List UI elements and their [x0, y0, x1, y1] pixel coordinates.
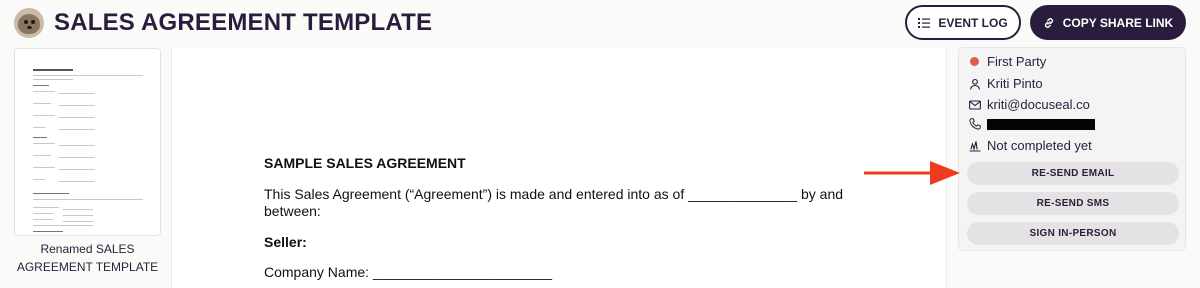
copy-share-link-button[interactable]: COPY SHARE LINK — [1030, 5, 1186, 40]
seal-eye-left — [24, 20, 28, 24]
link-icon — [1044, 17, 1053, 28]
seller-heading: Seller: — [264, 234, 307, 250]
list-icon — [918, 17, 931, 28]
party-name: First Party — [987, 54, 1047, 69]
seal-face — [18, 14, 40, 34]
redacted-phone — [987, 118, 1095, 130]
seal-nose — [27, 26, 32, 29]
thumbnail-caption: Renamed SALES AGREEMENT TEMPLATE — [16, 242, 159, 274]
company-name-line: Company Name: _______________________ — [264, 264, 553, 280]
phone-icon — [969, 118, 981, 130]
event-log-label: EVENT LOG — [938, 15, 1008, 30]
document-heading: SAMPLE SALES AGREEMENT — [264, 155, 466, 171]
status-row: Not completed yet — [969, 138, 1092, 153]
event-log-button[interactable]: EVENT LOG — [905, 5, 1021, 40]
submitter-phone-row — [969, 118, 1095, 130]
submitter-name: Kriti Pinto — [987, 76, 1043, 91]
document-intro-paragraph: This Sales Agreement (“Agreement”) is ma… — [264, 186, 844, 219]
document-preview[interactable]: SAMPLE SALES AGREEMENT This Sales Agreem… — [171, 48, 947, 288]
resend-email-button[interactable]: RE-SEND EMAIL — [967, 162, 1179, 185]
copy-share-link-label: COPY SHARE LINK — [1062, 15, 1174, 30]
mail-icon — [969, 99, 981, 110]
sign-in-person-button[interactable]: SIGN IN-PERSON — [967, 222, 1179, 245]
signature-icon — [969, 140, 981, 152]
user-icon — [969, 78, 981, 90]
page-title: SALES AGREEMENT TEMPLATE — [54, 9, 433, 36]
docuseal-logo[interactable] — [14, 8, 44, 38]
resend-sms-button[interactable]: RE-SEND SMS — [967, 192, 1179, 215]
seal-eye-right — [31, 20, 35, 24]
status-text: Not completed yet — [987, 138, 1092, 153]
red-arrow-annotation — [864, 161, 960, 185]
submitter-panel: First Party Kriti Pinto kriti@docuseal.c… — [958, 47, 1186, 251]
party-color-dot — [970, 57, 979, 66]
submitter-name-row: Kriti Pinto — [969, 76, 1043, 91]
submitter-email: kriti@docuseal.co — [987, 97, 1090, 112]
submitter-email-row: kriti@docuseal.co — [969, 97, 1090, 112]
app-header: SALES AGREEMENT TEMPLATE EVENT LOG COPY … — [0, 0, 1200, 46]
party-row: First Party — [969, 54, 1046, 69]
document-thumbnail[interactable] — [14, 48, 161, 236]
